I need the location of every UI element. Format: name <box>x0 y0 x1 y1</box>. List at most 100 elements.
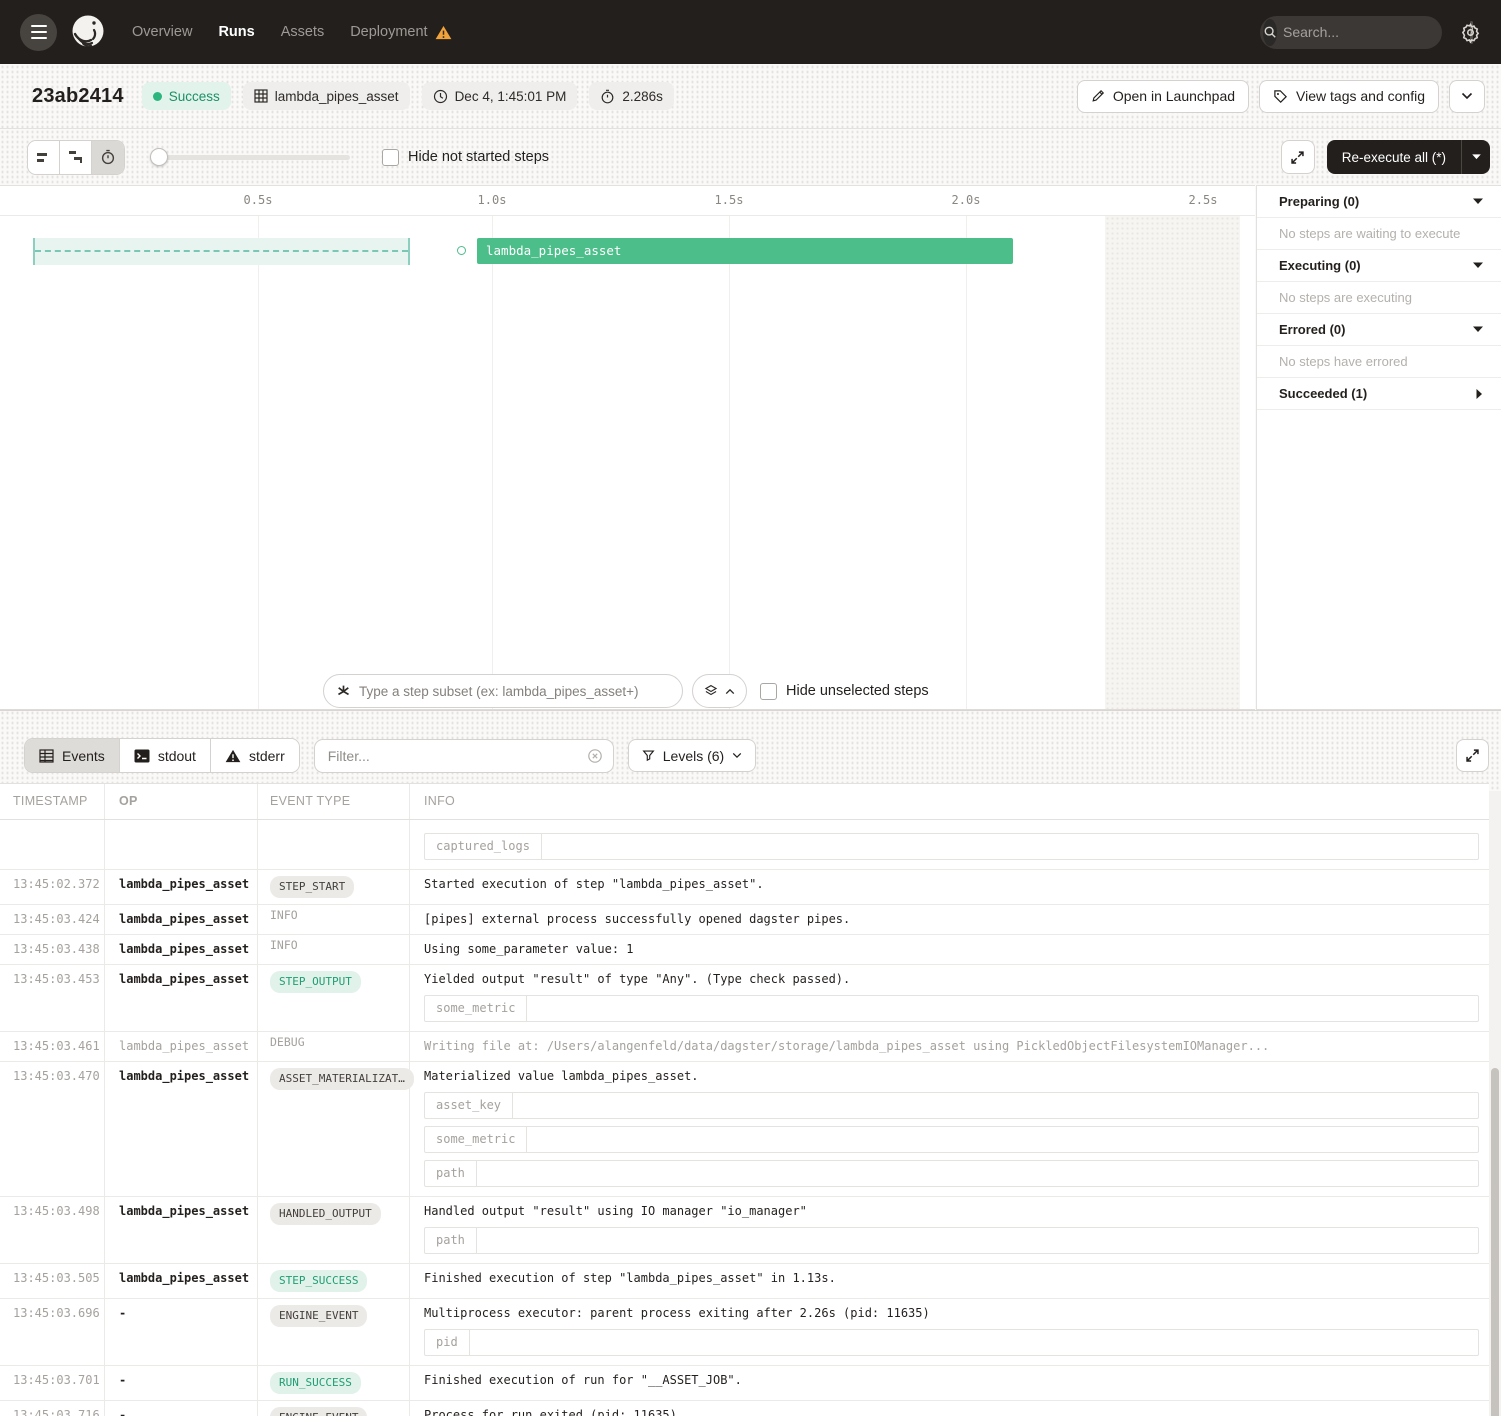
timeline-tick: 2.0s <box>952 193 981 207</box>
log-event-type: STEP_SUCCESS <box>258 1264 410 1298</box>
log-fullscreen-button[interactable] <box>1456 739 1489 772</box>
log-op: lambda_pipes_asset <box>105 905 258 934</box>
metadata-key: asset_key <box>425 1093 513 1118</box>
log-tab-stderr[interactable]: stderr <box>211 739 299 772</box>
hide-unselected-checkbox-row[interactable]: Hide unselected steps <box>760 683 929 700</box>
log-info-text: Finished execution of run for "__ASSET_J… <box>424 1372 1479 1389</box>
metadata-key: path <box>425 1228 477 1253</box>
log-row[interactable]: 13:45:03.461lambda_pipes_assetDEBUGWriti… <box>0 1032 1489 1062</box>
sidebar-section-executing[interactable]: Executing (0) <box>1257 250 1501 282</box>
log-row[interactable]: 13:45:03.438lambda_pipes_assetINFOUsing … <box>0 935 1489 965</box>
log-row[interactable]: 13:45:03.696-ENGINE_EVENTMultiprocess ex… <box>0 1299 1489 1366</box>
log-tabs: Events stdout stderr <box>24 738 300 773</box>
view-tags-config-button[interactable]: View tags and config <box>1259 80 1439 113</box>
gantt-waiting-region <box>33 238 410 265</box>
log-row[interactable]: 13:45:03.701-RUN_SUCCESSFinished executi… <box>0 1366 1489 1401</box>
metadata-key: captured_logs <box>425 834 542 859</box>
log-row[interactable]: 13:45:03.424lambda_pipes_assetINFO[pipes… <box>0 905 1489 935</box>
start-time-tag[interactable]: Dec 4, 1:45:01 PM <box>422 82 578 110</box>
hide-not-started-checkbox[interactable] <box>382 149 399 166</box>
gantt-toolbar: Hide not started steps Re-execute all (*… <box>0 129 1501 185</box>
gantt-gridline <box>729 216 730 709</box>
log-op <box>105 820 258 869</box>
nav-item-runs[interactable]: Runs <box>218 24 254 40</box>
stopwatch-icon <box>600 89 615 104</box>
duration-tag[interactable]: 2.286s <box>589 82 674 110</box>
timeline-tick: 1.5s <box>715 193 744 207</box>
nav-item-assets[interactable]: Assets <box>281 24 325 40</box>
global-search[interactable]: / <box>1260 16 1442 49</box>
log-info-text: Started execution of step "lambda_pipes_… <box>424 876 1479 893</box>
view-mode-flat-button[interactable] <box>28 141 60 174</box>
metadata-table: path <box>424 1160 1479 1187</box>
log-row[interactable]: 13:45:02.372lambda_pipes_assetSTEP_START… <box>0 870 1489 905</box>
nav-items: Overview Runs Assets Deployment <box>132 24 452 40</box>
nav-item-overview[interactable]: Overview <box>132 24 192 40</box>
tag-icon <box>1273 89 1288 104</box>
reexecute-all-label[interactable]: Re-execute all (*) <box>1327 140 1461 174</box>
settings-gear-icon[interactable] <box>1460 22 1481 43</box>
slider-knob[interactable] <box>150 148 168 166</box>
log-scrollbar-thumb[interactable] <box>1491 1068 1499 1416</box>
log-row[interactable]: 13:45:03.470lambda_pipes_assetASSET_MATE… <box>0 1062 1489 1197</box>
log-event-type: STEP_START <box>258 870 410 904</box>
open-in-launchpad-button[interactable]: Open in Launchpad <box>1077 80 1249 113</box>
log-filter <box>314 739 614 773</box>
log-row[interactable]: 13:45:03.716-ENGINE_EVENTProcess for run… <box>0 1401 1489 1416</box>
log-info: [pipes] external process successfully op… <box>410 905 1489 934</box>
log-tab-label: Events <box>62 748 105 764</box>
log-op: lambda_pipes_asset <box>105 1062 258 1196</box>
clear-filter-icon[interactable] <box>587 748 603 764</box>
sidebar-section-errored[interactable]: Errored (0) <box>1257 314 1501 346</box>
log-table-header: TIMESTAMP OP EVENT TYPE INFO <box>0 784 1489 820</box>
hide-unselected-label: Hide unselected steps <box>786 683 929 699</box>
hide-unselected-checkbox[interactable] <box>760 683 777 700</box>
log-timestamp: 13:45:03.461 <box>0 1032 105 1061</box>
sidebar-section-title: Errored (0) <box>1279 322 1345 337</box>
metadata-table: pid <box>424 1329 1479 1356</box>
log-tab-label: stderr <box>249 748 285 764</box>
dagster-logo-icon[interactable] <box>68 12 108 52</box>
log-scrollbar-track[interactable] <box>1489 791 1501 1416</box>
log-timestamp: 13:45:02.372 <box>0 870 105 904</box>
metadata-table: captured_logs <box>424 833 1479 860</box>
step-subset-input[interactable] <box>359 684 670 699</box>
log-op: - <box>105 1299 258 1365</box>
run-header-more-button[interactable] <box>1449 80 1485 113</box>
status-badge[interactable]: Success <box>142 82 231 110</box>
event-type-badge: ASSET_MATERIALIZAT… <box>270 1068 414 1090</box>
gantt-fullscreen-button[interactable] <box>1281 140 1315 174</box>
view-mode-timed-button[interactable] <box>92 141 124 174</box>
caret-down-icon <box>1473 198 1483 205</box>
log-event-type: STEP_OUTPUT <box>258 965 410 1031</box>
log-row[interactable]: captured_logs <box>0 820 1489 870</box>
col-timestamp: TIMESTAMP <box>0 784 105 819</box>
hide-not-started-checkbox-row[interactable]: Hide not started steps <box>382 149 549 166</box>
sidebar-section-title: Preparing (0) <box>1279 194 1359 209</box>
step-start-marker <box>457 246 466 255</box>
log-row[interactable]: 13:45:03.505lambda_pipes_assetSTEP_SUCCE… <box>0 1264 1489 1299</box>
log-info: Finished execution of run for "__ASSET_J… <box>410 1366 1489 1400</box>
log-row[interactable]: 13:45:03.453lambda_pipes_assetSTEP_OUTPU… <box>0 965 1489 1032</box>
search-input[interactable] <box>1277 24 1470 40</box>
reexecute-all-button[interactable]: Re-execute all (*) <box>1327 140 1490 174</box>
apply-step-subset-button[interactable] <box>692 674 747 708</box>
chevron-down-icon <box>732 752 742 759</box>
log-filter-input[interactable] <box>328 748 587 764</box>
sidebar-section-preparing[interactable]: Preparing (0) <box>1257 186 1501 218</box>
log-tab-events[interactable]: Events <box>25 739 120 772</box>
levels-dropdown[interactable]: Levels (6) <box>628 739 756 772</box>
log-tab-stdout[interactable]: stdout <box>120 739 211 772</box>
hamburger-menu-button[interactable] <box>20 14 57 51</box>
reexecute-dropdown-button[interactable] <box>1461 140 1490 174</box>
nav-item-deployment[interactable]: Deployment <box>350 24 451 40</box>
gantt-zoom-slider[interactable] <box>150 148 350 166</box>
log-info: captured_logs <box>410 820 1489 869</box>
sidebar-section-succeeded[interactable]: Succeeded (1) <box>1257 378 1501 410</box>
view-mode-waterfall-button[interactable] <box>60 141 92 174</box>
job-name-tag[interactable]: lambda_pipes_asset <box>243 82 410 110</box>
metadata-table: some_metric <box>424 1126 1479 1153</box>
gantt-step-bar[interactable]: lambda_pipes_asset <box>477 238 1013 264</box>
top-navbar: Overview Runs Assets Deployment / <box>0 0 1501 64</box>
log-row[interactable]: 13:45:03.498lambda_pipes_assetHANDLED_OU… <box>0 1197 1489 1264</box>
